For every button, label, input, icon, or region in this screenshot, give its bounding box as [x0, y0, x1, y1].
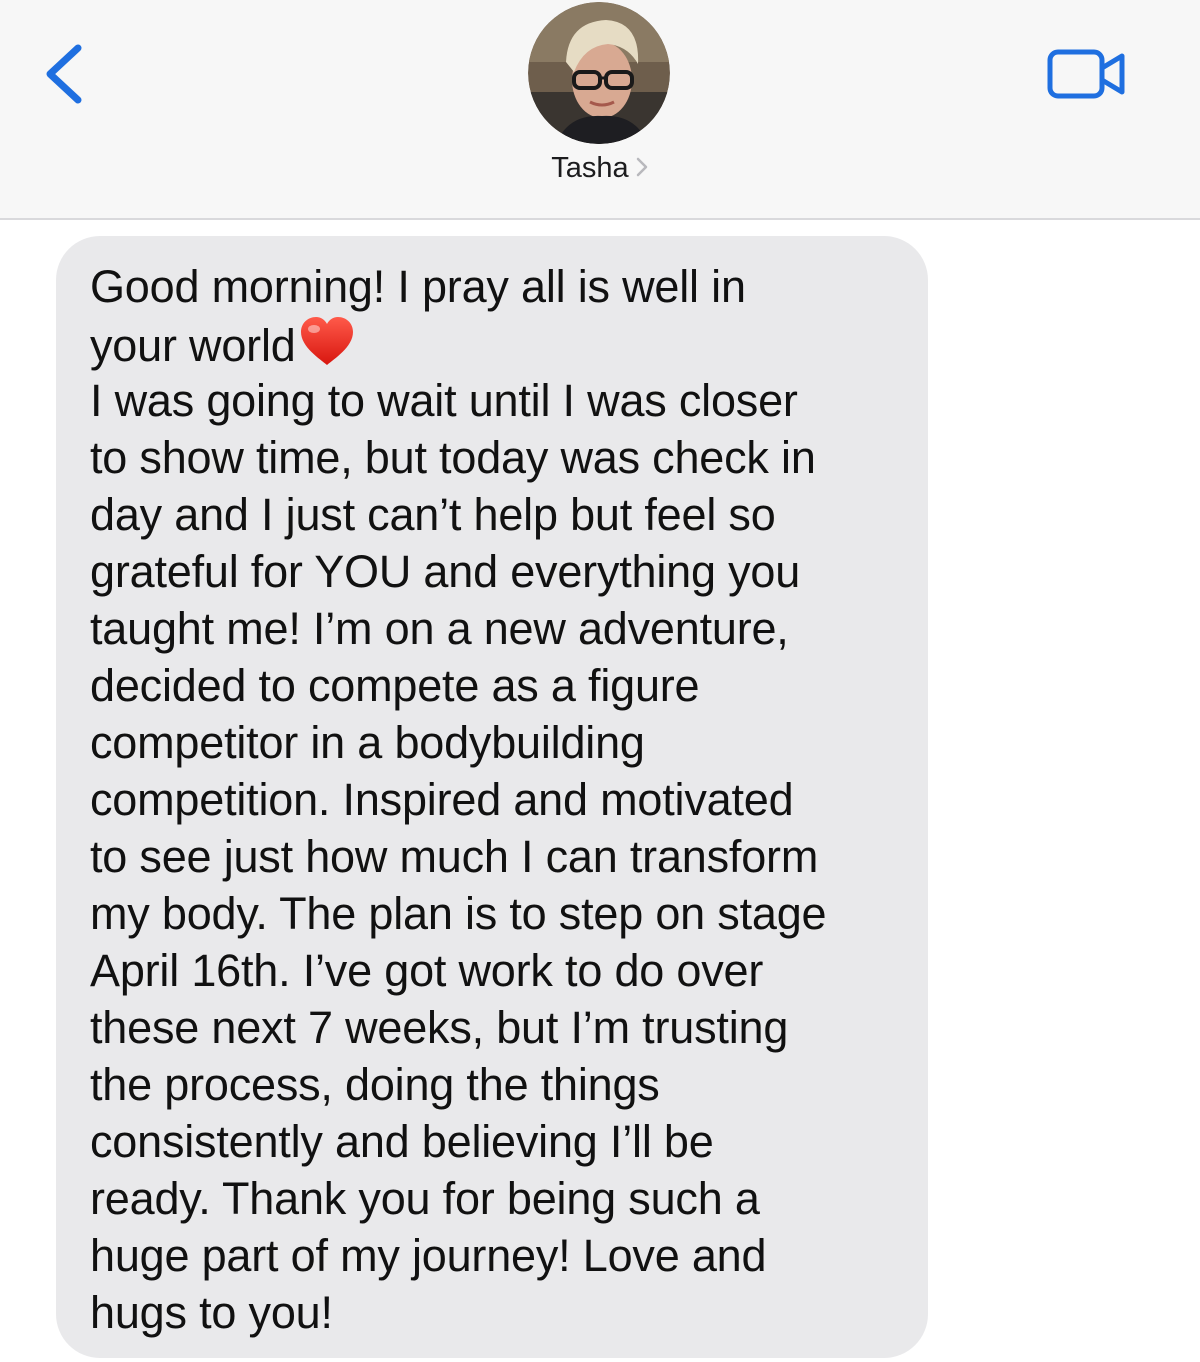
message-line: these next 7 weeks, but I’m trusting — [90, 1002, 789, 1053]
message-line: competitor in a bodybuilding — [90, 717, 645, 768]
message-line: my body. The plan is to step on stage — [90, 888, 827, 939]
contact-name: Tasha — [551, 152, 629, 184]
message-line: competition. Inspired and motivated — [90, 774, 794, 825]
video-camera-icon — [1047, 49, 1125, 99]
chevron-left-icon — [46, 44, 82, 104]
message-line: hugs to you! — [90, 1287, 333, 1338]
message-line: taught me! I’m on a new adventure, — [90, 603, 789, 654]
message-line-with-emoji: your world — [90, 315, 900, 372]
message-line: grateful for YOU and everything you — [90, 546, 801, 597]
message-line: the process, doing the things — [90, 1059, 660, 1110]
back-button[interactable] — [36, 38, 96, 110]
message-line: Good morning! I pray all is well in — [90, 261, 746, 312]
message-bubble[interactable]: Good morning! I pray all is well in your… — [56, 236, 928, 1358]
contact-name-button[interactable]: Tasha — [0, 152, 1200, 186]
message-line: to show time, but today was check in — [90, 432, 816, 483]
conversation-header: Tasha — [0, 0, 1200, 220]
message-line: day and I just can’t help but feel so — [90, 489, 776, 540]
message-line: decided to compete as a figure — [90, 660, 700, 711]
heart-icon — [298, 315, 356, 380]
message-line-text: your world — [90, 320, 296, 371]
contact-avatar[interactable] — [528, 2, 670, 144]
chevron-right-icon — [635, 153, 649, 186]
message-line: ready. Thank you for being such a — [90, 1173, 760, 1224]
message-line: I was going to wait until I was closer — [90, 375, 798, 426]
message-line: consistently and believing I’ll be — [90, 1116, 714, 1167]
avatar-photo — [528, 2, 670, 144]
video-call-button[interactable] — [1044, 44, 1130, 104]
message-line: to see just how much I can transform — [90, 831, 819, 882]
message-line: April 16th. I’ve got work to do over — [90, 945, 764, 996]
message-line: huge part of my journey! Love and — [90, 1230, 767, 1281]
